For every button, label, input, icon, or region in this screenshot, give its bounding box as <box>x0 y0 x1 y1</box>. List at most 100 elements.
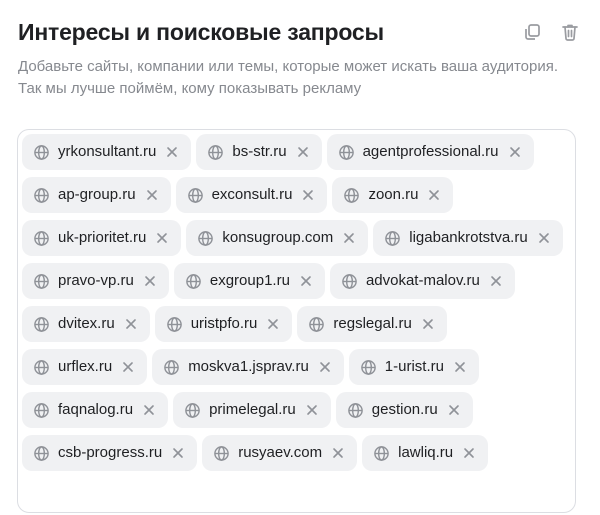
remove-chip-icon[interactable] <box>508 145 522 159</box>
chip-label: primelegal.ru <box>209 401 296 418</box>
chip-label: konsugroup.com <box>222 229 334 246</box>
chip-label: regslegal.ru <box>333 315 412 332</box>
globe-icon <box>33 316 50 333</box>
globe-icon <box>347 402 364 419</box>
chip-label: dvitex.ru <box>58 315 115 332</box>
remove-chip-icon[interactable] <box>266 317 280 331</box>
interest-chip[interactable]: uk-prioritet.ru <box>22 220 182 256</box>
interest-chip[interactable]: pravo-vp.ru <box>22 263 169 299</box>
interest-chip[interactable]: 1-urist.ru <box>348 349 479 385</box>
chip-label: faqnalog.ru <box>58 401 134 418</box>
interest-chip[interactable]: zoon.ru <box>332 177 454 213</box>
interest-chip[interactable]: exconsult.ru <box>175 177 328 213</box>
interest-chip[interactable]: urflex.ru <box>22 349 148 385</box>
interest-chip[interactable]: rusyaev.com <box>202 435 358 471</box>
interest-chip[interactable]: faqnalog.ru <box>22 392 169 428</box>
globe-icon <box>33 445 50 462</box>
globe-icon <box>207 144 224 161</box>
interest-chip[interactable]: ap-group.ru <box>22 177 171 213</box>
interest-chip[interactable]: moskva1.jsprav.ru <box>152 349 344 385</box>
interest-chip[interactable]: gestion.ru <box>335 392 473 428</box>
chip-label: ap-group.ru <box>58 186 136 203</box>
globe-icon <box>184 402 201 419</box>
remove-chip-icon[interactable] <box>171 446 185 460</box>
chip-label: uk-prioritet.ru <box>58 229 147 246</box>
chip-label: advokat-malov.ru <box>365 272 480 289</box>
interest-chip[interactable]: ligabankrotstva.ru <box>373 220 563 256</box>
interest-chip[interactable]: uristpfo.ru <box>154 306 293 342</box>
remove-chip-icon[interactable] <box>124 317 138 331</box>
globe-icon <box>213 445 230 462</box>
copy-button[interactable] <box>520 20 544 44</box>
interest-chip[interactable]: regslegal.ru <box>297 306 447 342</box>
section-description: Добавьте сайты, компании или темы, котор… <box>18 58 559 97</box>
chip-label: ligabankrotstva.ru <box>409 229 528 246</box>
remove-chip-icon[interactable] <box>462 446 476 460</box>
interest-chip[interactable]: lawliq.ru <box>362 435 489 471</box>
chip-label: exconsult.ru <box>211 186 293 203</box>
chip-list: yrkonsultant.ru bs-str.ru agentprofessiona… <box>22 134 573 471</box>
remove-chip-icon[interactable] <box>489 274 503 288</box>
globe-icon <box>338 144 355 161</box>
chip-label: gestion.ru <box>371 401 438 418</box>
globe-icon <box>384 230 401 247</box>
chip-label: pravo-vp.ru <box>58 272 134 289</box>
globe-icon <box>33 273 50 290</box>
interest-chip[interactable]: yrkonsultant.ru <box>22 134 192 170</box>
remove-chip-icon[interactable] <box>165 145 179 159</box>
header-actions <box>520 20 582 44</box>
page-title: Интересы и поисковые запросы <box>18 19 384 45</box>
chip-label: moskva1.jsprav.ru <box>188 358 309 375</box>
interest-chip[interactable]: csb-progress.ru <box>22 435 198 471</box>
chip-label: rusyaev.com <box>238 444 323 461</box>
remove-chip-icon[interactable] <box>447 403 461 417</box>
globe-icon <box>33 402 50 419</box>
interest-chip[interactable]: exgroup1.ru <box>173 263 325 299</box>
remove-chip-icon[interactable] <box>342 231 356 245</box>
interest-chip[interactable]: primelegal.ru <box>173 392 331 428</box>
interest-chip[interactable]: dvitex.ru <box>22 306 150 342</box>
remove-chip-icon[interactable] <box>301 188 315 202</box>
remove-chip-icon[interactable] <box>142 403 156 417</box>
chip-label: uristpfo.ru <box>190 315 258 332</box>
interest-chip[interactable]: bs-str.ru <box>196 134 322 170</box>
globe-icon <box>163 359 180 376</box>
chip-label: urflex.ru <box>58 358 113 375</box>
remove-chip-icon[interactable] <box>143 274 157 288</box>
trash-icon <box>560 22 580 42</box>
chip-label: bs-str.ru <box>232 143 287 160</box>
chip-label: lawliq.ru <box>398 444 454 461</box>
chip-label: exgroup1.ru <box>209 272 290 289</box>
globe-icon <box>308 316 325 333</box>
globe-icon <box>33 359 50 376</box>
interests-input-box[interactable]: yrkonsultant.ru bs-str.ru agentprofessiona… <box>17 129 576 513</box>
interest-chip[interactable]: agentprofessional.ru <box>326 134 534 170</box>
globe-icon <box>33 144 50 161</box>
remove-chip-icon[interactable] <box>296 145 310 159</box>
remove-chip-icon[interactable] <box>453 360 467 374</box>
globe-icon <box>343 187 360 204</box>
globe-icon <box>360 359 377 376</box>
remove-chip-icon[interactable] <box>537 231 551 245</box>
globe-icon <box>373 445 390 462</box>
remove-chip-icon[interactable] <box>318 360 332 374</box>
globe-icon <box>185 273 202 290</box>
remove-chip-icon[interactable] <box>121 360 135 374</box>
globe-icon <box>197 230 214 247</box>
section-header: Интересы и поисковые запросы <box>18 16 582 48</box>
remove-chip-icon[interactable] <box>427 188 441 202</box>
remove-chip-icon[interactable] <box>421 317 435 331</box>
chip-label: csb-progress.ru <box>58 444 163 461</box>
globe-icon <box>166 316 183 333</box>
copy-icon <box>522 22 542 42</box>
interest-chip[interactable]: advokat-malov.ru <box>329 263 515 299</box>
remove-chip-icon[interactable] <box>299 274 313 288</box>
remove-chip-icon[interactable] <box>305 403 319 417</box>
remove-chip-icon[interactable] <box>155 231 169 245</box>
delete-button[interactable] <box>558 20 582 44</box>
remove-chip-icon[interactable] <box>145 188 159 202</box>
remove-chip-icon[interactable] <box>331 446 345 460</box>
chip-label: 1-urist.ru <box>384 358 444 375</box>
globe-icon <box>33 230 50 247</box>
interest-chip[interactable]: konsugroup.com <box>186 220 369 256</box>
